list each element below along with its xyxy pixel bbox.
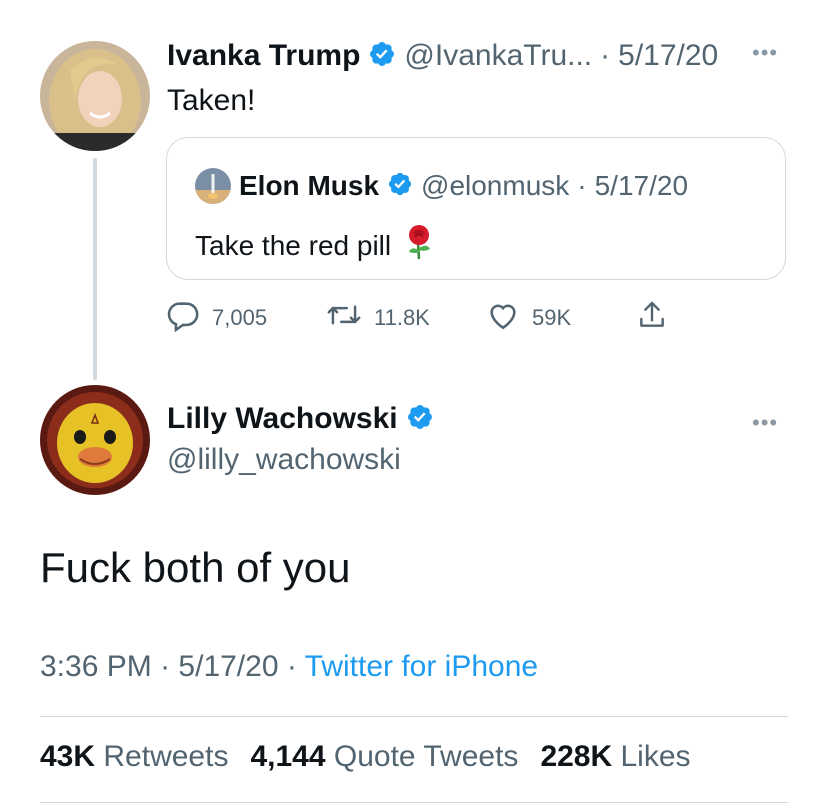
likes-label: Likes xyxy=(620,740,691,773)
reply-count: 7,005 xyxy=(212,305,268,330)
quoted-tweet-header: Elon Musk @elonmusk · 5/17/20 xyxy=(195,168,688,204)
separator-dot: · xyxy=(160,650,171,683)
main-tweet-text: Fuck both of you xyxy=(40,544,351,591)
separator-dot: · xyxy=(600,39,611,72)
retweet-count: 11.8K xyxy=(374,305,430,330)
parent-tweet-text: Taken! xyxy=(167,84,256,117)
quoted-author-handle[interactable]: @elonmusk xyxy=(421,170,569,202)
ivanka-avatar[interactable] xyxy=(40,41,150,151)
retweets-stat[interactable]: 43K Retweets xyxy=(40,740,228,774)
quoted-tweet-text: Take the red pill xyxy=(195,229,392,261)
tweet-date[interactable]: 5/17/20 xyxy=(178,650,278,683)
more-options-icon[interactable]: ••• xyxy=(752,410,778,436)
author-handle[interactable]: @IvankaTru... xyxy=(404,39,592,73)
separator-dot: · xyxy=(577,170,587,201)
main-tweet-header: Lilly Wachowski xyxy=(167,402,434,436)
quoted-author-name[interactable]: Elon Musk xyxy=(239,170,379,202)
elon-avatar xyxy=(195,168,231,204)
tweet-action-bar: 7,005 11.8K 59K xyxy=(166,298,668,338)
retweet-icon xyxy=(326,298,362,338)
like-button[interactable]: 59K xyxy=(486,299,636,337)
share-icon xyxy=(636,298,668,338)
divider xyxy=(40,716,788,717)
retweet-button[interactable]: 11.8K xyxy=(326,298,486,338)
likes-count: 228K xyxy=(540,740,613,773)
verified-badge-icon xyxy=(387,171,413,202)
parent-tweet-header: Ivanka Trump @IvankaTru... · 5/17/20 xyxy=(167,38,718,74)
tweet-metadata: 3:36 PM · 5/17/20 · Twitter for iPhone xyxy=(40,650,538,684)
share-button[interactable] xyxy=(636,298,668,338)
reply-icon xyxy=(166,298,200,338)
heart-icon xyxy=(486,299,520,337)
tweet-source-link[interactable]: Twitter for iPhone xyxy=(305,650,538,683)
quoted-tweet-body: Take the red pill xyxy=(195,224,435,267)
thread-connector-line xyxy=(93,158,97,380)
divider xyxy=(40,802,788,803)
quote-tweets-count: 4,144 xyxy=(250,740,326,773)
reply-button[interactable]: 7,005 xyxy=(166,298,326,338)
more-options-icon[interactable]: ••• xyxy=(752,40,778,66)
tweet-date[interactable]: 5/17/20 xyxy=(618,39,718,73)
author-name[interactable]: Lilly Wachowski xyxy=(167,402,398,436)
author-name[interactable]: Ivanka Trump xyxy=(167,39,360,73)
separator-dot: · xyxy=(286,650,297,683)
author-handle[interactable]: @lilly_wachowski xyxy=(167,443,401,477)
tweet-stats: 43K Retweets 4,144 Quote Tweets 228K Lik… xyxy=(40,740,713,774)
quote-tweets-stat[interactable]: 4,144 Quote Tweets xyxy=(250,740,518,774)
rose-icon xyxy=(403,224,435,267)
likes-stat[interactable]: 228K Likes xyxy=(540,740,690,774)
like-count: 59K xyxy=(532,305,572,330)
lilly-avatar[interactable] xyxy=(40,385,150,495)
verified-badge-icon xyxy=(368,40,396,73)
quoted-tweet-date[interactable]: 5/17/20 xyxy=(595,170,688,202)
retweets-count: 43K xyxy=(40,740,96,773)
quoted-tweet-card[interactable]: Elon Musk @elonmusk · 5/17/20 Take the r… xyxy=(166,137,786,280)
tweet-time[interactable]: 3:36 PM xyxy=(40,650,152,683)
verified-badge-icon xyxy=(406,403,434,436)
retweets-label: Retweets xyxy=(103,740,229,773)
quote-tweets-label: Quote Tweets xyxy=(333,740,519,773)
